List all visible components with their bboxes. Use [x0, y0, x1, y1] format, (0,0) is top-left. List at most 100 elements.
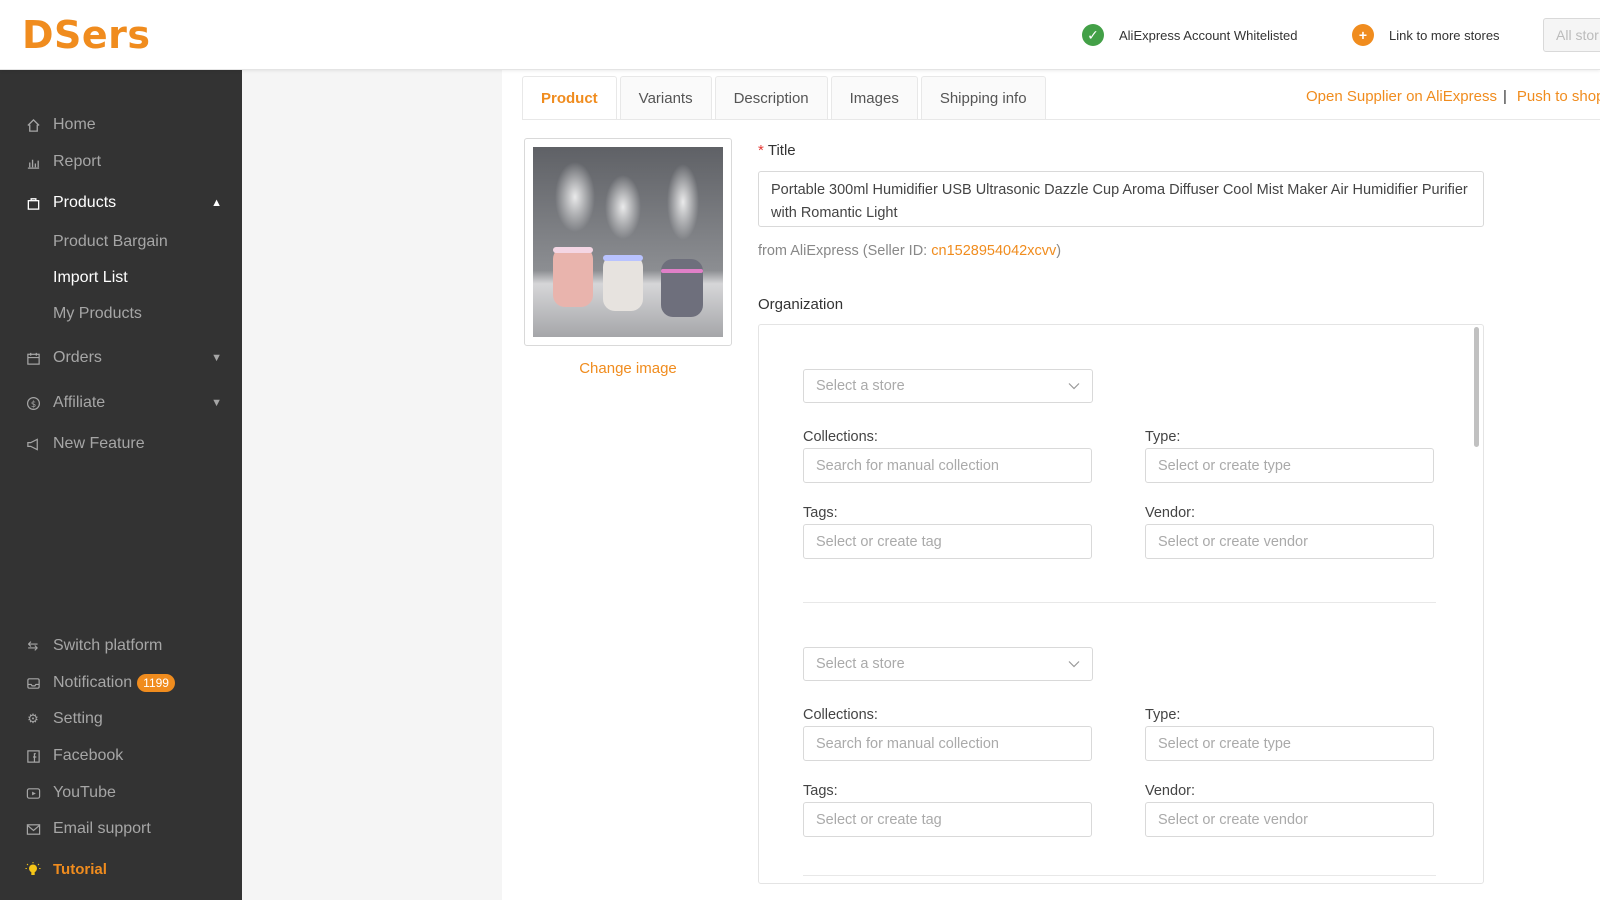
vendor-label: Vendor: [1145, 783, 1195, 799]
top-links: Open Supplier on AliExpress | Push to sh… [1306, 88, 1600, 105]
vendor-input[interactable]: Select or create vendor [1145, 802, 1434, 837]
title-label-text: Title [767, 142, 796, 159]
sidebar-label: Tutorial [53, 860, 107, 878]
bag-icon [25, 195, 41, 211]
youtube-icon [25, 785, 41, 801]
push-to-shop-link[interactable]: Push to shop [1517, 88, 1600, 105]
top-header: DSers ✓ AliExpress Account Whitelisted +… [0, 0, 1600, 70]
sidebar-label: Facebook [53, 747, 124, 764]
sidebar-label: New Feature [53, 435, 145, 452]
sidebar-sub-import-list[interactable]: Import List [53, 263, 128, 293]
select-store-dropdown[interactable]: Select a store [803, 647, 1093, 681]
sidebar-sub-product-bargain[interactable]: Product Bargain [53, 227, 168, 257]
type-label: Type: [1145, 707, 1181, 723]
plus-circle-icon[interactable]: + [1352, 24, 1374, 46]
swap-icon: ⇆ [27, 638, 39, 653]
sidebar-item-youtube[interactable]: YouTube [0, 776, 242, 810]
sidebar-item-report[interactable]: Report [0, 145, 242, 179]
sidebar-item-switch-platform[interactable]: ⇆ Switch platform [0, 629, 242, 663]
link-more-stores[interactable]: + Link to more stores [1352, 0, 1500, 70]
collections-label: Collections: [803, 429, 878, 445]
facebook-icon [25, 748, 41, 764]
sidebar-label: Switch platform [53, 637, 163, 654]
product-image-frame [524, 138, 732, 346]
tab-divider [522, 119, 1600, 120]
title-label: * Title [758, 142, 796, 159]
sidebar-label: Report [53, 153, 102, 170]
organization-scrollbar[interactable] [1474, 327, 1479, 447]
store-block-divider [803, 602, 1436, 603]
source-suffix: ) [1056, 243, 1062, 259]
sidebar-item-tutorial[interactable]: Tutorial [0, 852, 242, 886]
tab-product[interactable]: Product [522, 76, 617, 120]
gear-icon: ⚙ [27, 711, 39, 726]
tab-variants[interactable]: Variants [619, 76, 712, 119]
change-image-link[interactable]: Change image [524, 360, 732, 377]
title-textarea[interactable]: Portable 300ml Humidifier USB Ultrasonic… [758, 171, 1484, 227]
select-store-placeholder: Select a store [816, 656, 905, 672]
collections-input[interactable]: Search for manual collection [803, 448, 1092, 483]
seller-id-link[interactable]: cn1528954042xcvv [931, 243, 1056, 259]
vendor-input[interactable]: Select or create vendor [1145, 524, 1434, 559]
source-prefix: from AliExpress (Seller ID: [758, 243, 932, 259]
type-input[interactable]: Select or create type [1145, 448, 1434, 483]
select-store-dropdown[interactable]: Select a store [803, 369, 1093, 403]
sidebar-item-products[interactable]: Products ▲ [0, 186, 242, 220]
open-supplier-link[interactable]: Open Supplier on AliExpress [1306, 88, 1497, 105]
supplier-source: from AliExpress (Seller ID: cn1528954042… [758, 243, 1061, 259]
chevron-down-icon: ▼ [211, 397, 222, 409]
lightbulb-icon [25, 861, 41, 877]
product-image[interactable] [533, 147, 723, 337]
sidebar-item-affiliate[interactable]: $ Affiliate ▼ [0, 386, 242, 420]
type-label: Type: [1145, 429, 1181, 445]
link-more-stores-text[interactable]: Link to more stores [1389, 28, 1500, 43]
chevron-down-icon [1068, 378, 1080, 394]
dollar-icon: $ [25, 395, 41, 411]
sidebar-label: Affiliate [53, 394, 106, 411]
tab-description[interactable]: Description [714, 76, 828, 119]
organization-panel: Select a store Collections: Search for m… [758, 324, 1484, 884]
sidebar-item-facebook[interactable]: Facebook [0, 739, 242, 773]
mail-icon [25, 821, 41, 837]
tab-images[interactable]: Images [830, 76, 918, 119]
sidebar-item-email-support[interactable]: Email support [0, 812, 242, 846]
link-separator: | [1502, 88, 1507, 105]
sidebar-item-home[interactable]: Home [0, 108, 242, 142]
whitelist-text: AliExpress Account Whitelisted [1119, 27, 1298, 43]
sidebar-item-orders[interactable]: Orders ▼ [0, 341, 242, 375]
sidebar-item-new-feature[interactable]: New Feature [0, 427, 242, 461]
notification-badge: 1199 [137, 674, 175, 692]
collections-input[interactable]: Search for manual collection [803, 726, 1092, 761]
product-tabs: Product Variants Description Images Ship… [522, 76, 1049, 120]
sidebar-label: Email support [53, 820, 151, 837]
chevron-up-icon: ▲ [211, 197, 222, 209]
sidebar-label: Orders [53, 349, 102, 366]
sidebar-item-notification[interactable]: Notification 1199 [0, 666, 242, 700]
collections-label: Collections: [803, 707, 878, 723]
sidebar: Home Report Products ▲ Product Bargain I… [0, 70, 242, 900]
sidebar-label: Home [53, 116, 96, 133]
vendor-label: Vendor: [1145, 505, 1195, 521]
select-store-placeholder: Select a store [816, 378, 905, 394]
chevron-down-icon: ▼ [211, 352, 222, 364]
inbox-icon [25, 675, 41, 691]
tags-label: Tags: [803, 505, 838, 521]
organization-label: Organization [758, 296, 844, 313]
chevron-down-icon [1068, 656, 1080, 672]
store-filter-select[interactable]: All stor [1543, 18, 1600, 52]
tab-shipping-info[interactable]: Shipping info [920, 76, 1046, 119]
sidebar-sub-my-products[interactable]: My Products [53, 299, 142, 329]
whitelist-status: ✓ AliExpress Account Whitelisted [1082, 0, 1297, 70]
tags-input[interactable]: Select or create tag [803, 524, 1092, 559]
sidebar-label: YouTube [53, 784, 116, 801]
dsers-logo[interactable]: DSers [22, 14, 151, 56]
megaphone-icon [25, 436, 41, 452]
store-block-divider [803, 875, 1436, 876]
check-circle-icon: ✓ [1082, 24, 1104, 46]
required-asterisk: * [758, 142, 764, 159]
type-input[interactable]: Select or create type [1145, 726, 1434, 761]
tags-label: Tags: [803, 783, 838, 799]
sidebar-item-setting[interactable]: ⚙ Setting [0, 702, 242, 736]
tags-input[interactable]: Select or create tag [803, 802, 1092, 837]
sidebar-label: Setting [53, 710, 103, 727]
